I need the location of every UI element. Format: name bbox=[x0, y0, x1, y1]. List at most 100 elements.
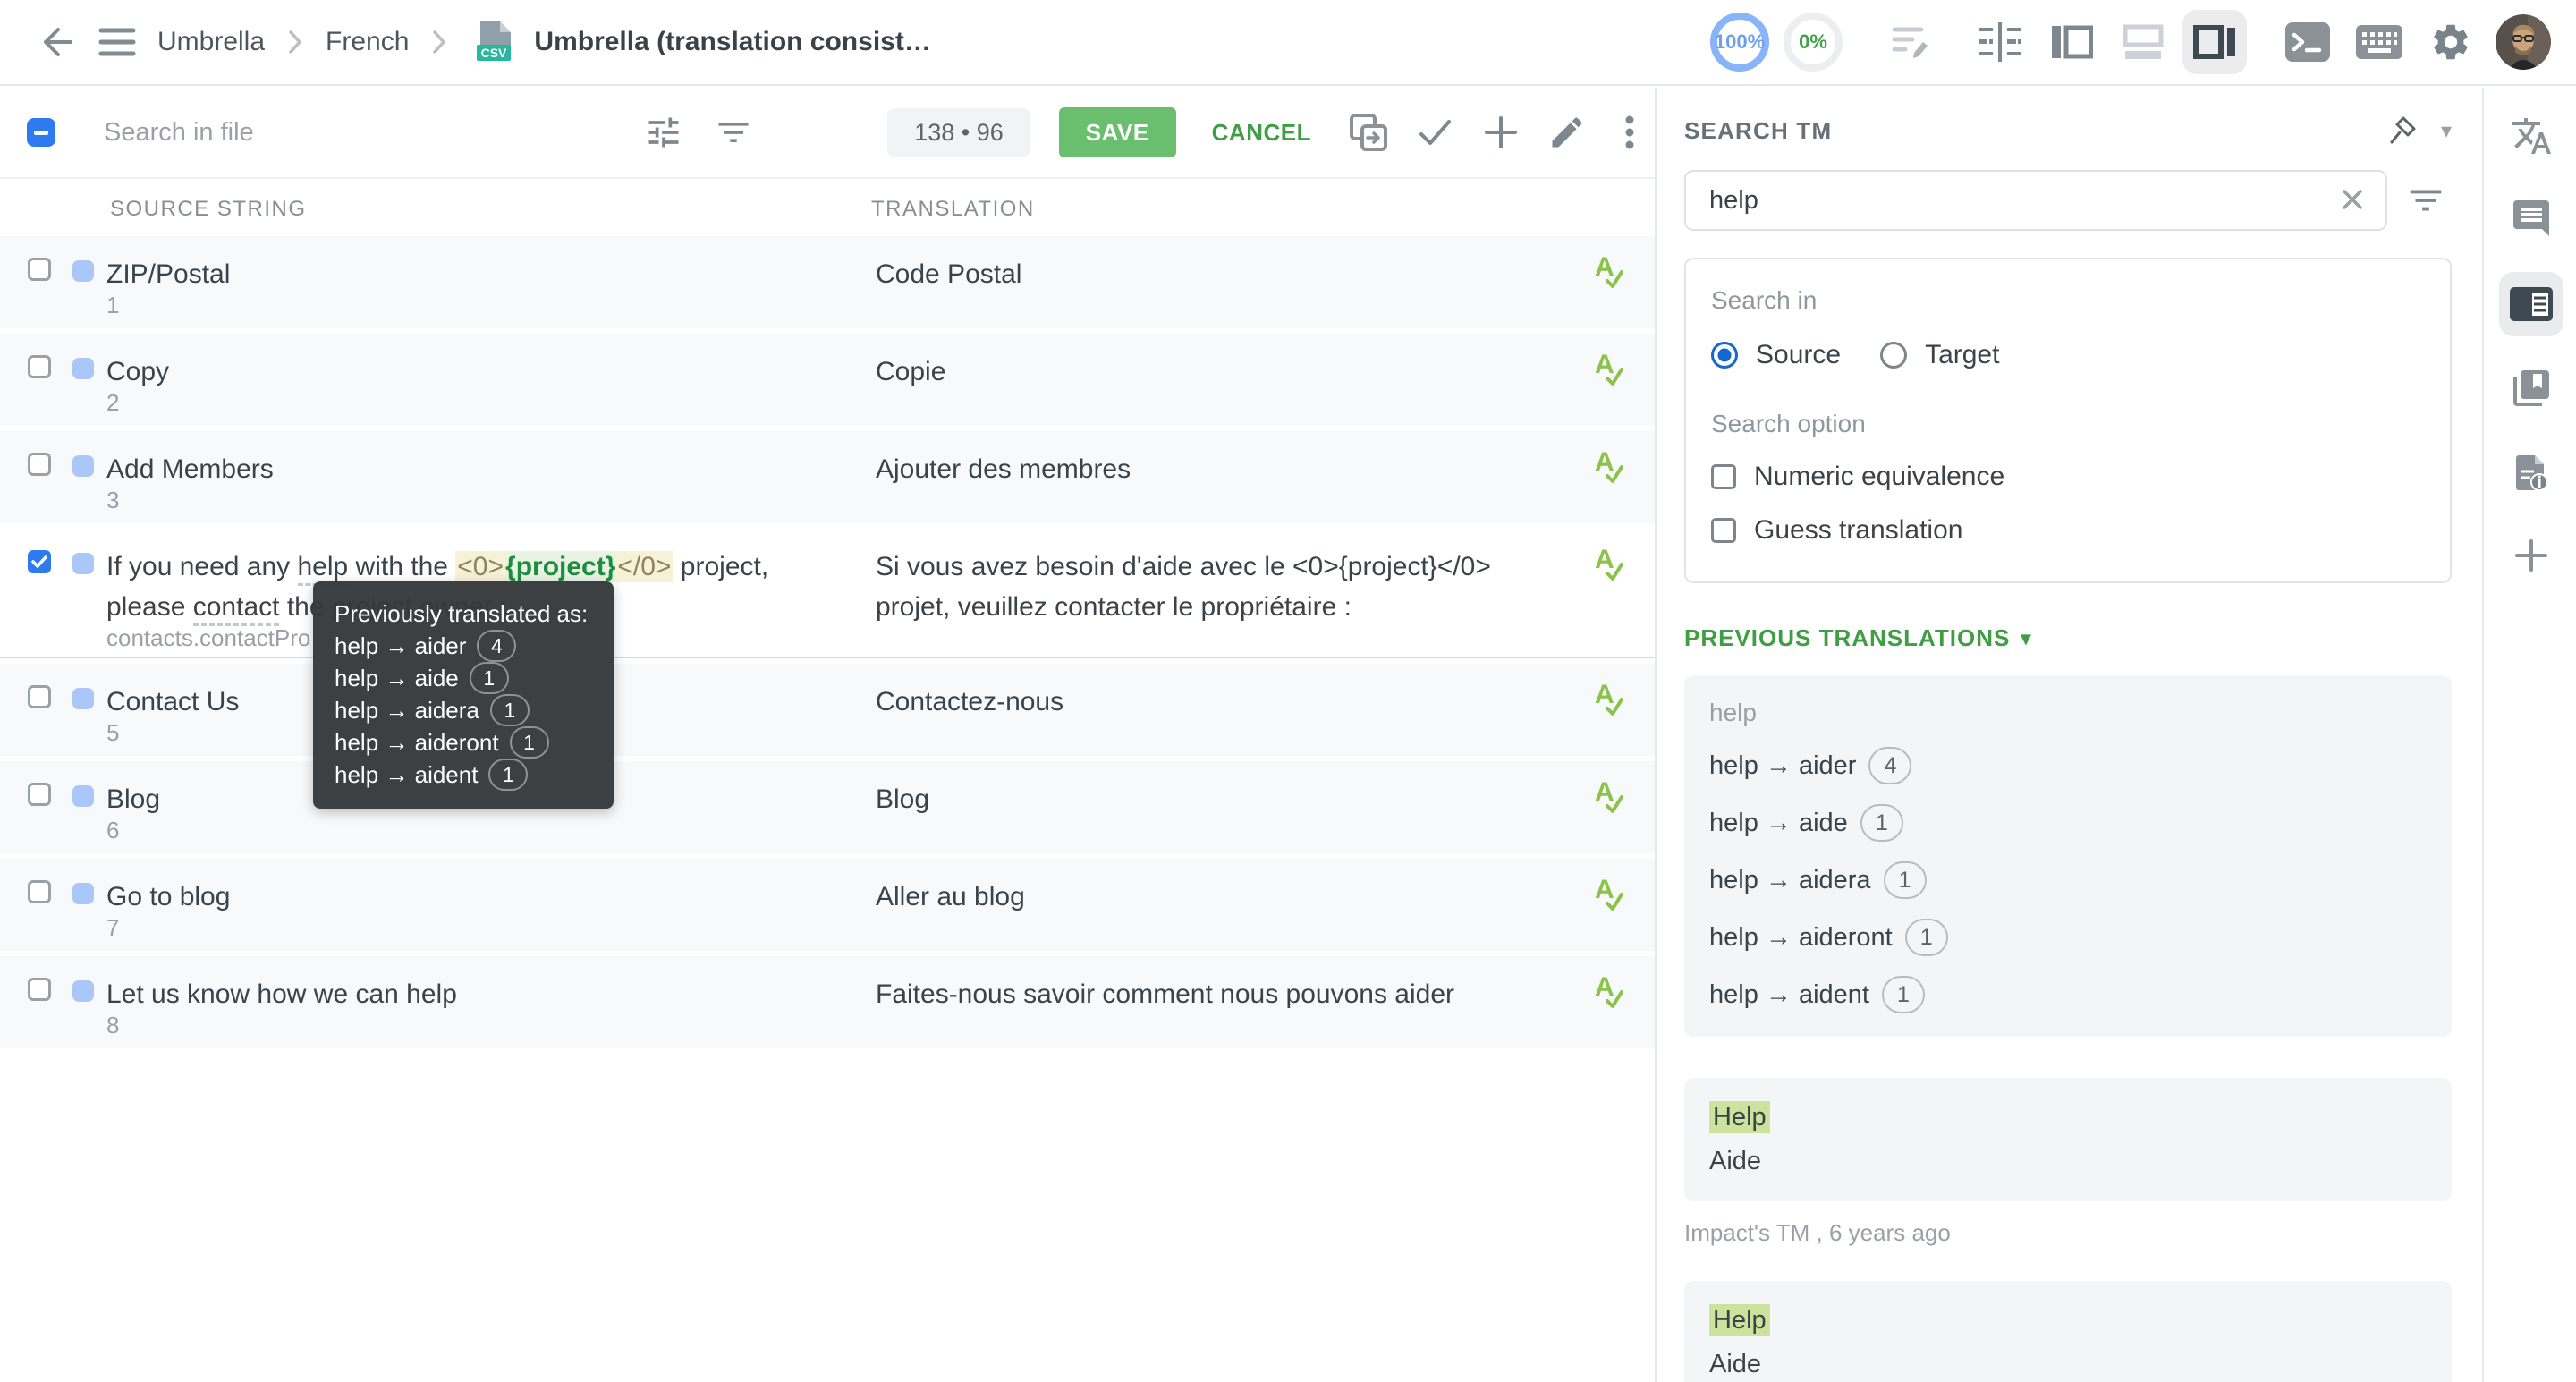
glossary-icon[interactable] bbox=[2499, 356, 2563, 420]
tm-term-contact[interactable]: contact bbox=[193, 592, 280, 626]
back-icon[interactable] bbox=[23, 22, 86, 62]
comments-icon[interactable] bbox=[2499, 186, 2563, 250]
select-all-checkbox[interactable] bbox=[27, 118, 55, 147]
autotranslated-icon: A bbox=[1591, 350, 1623, 387]
numeric-equivalence-option[interactable]: Numeric equivalence bbox=[1711, 462, 2425, 492]
more-options-kebab-icon[interactable] bbox=[1605, 107, 1655, 157]
checkbox-icon[interactable] bbox=[1711, 464, 1736, 489]
translation-text: Ajouter des membres bbox=[876, 449, 1564, 489]
prev-translation-item[interactable]: help → aider4 bbox=[1709, 747, 2427, 784]
table-row[interactable]: Contact Us 5 Contactez-nous A bbox=[0, 664, 1655, 756]
list-view-icon[interactable] bbox=[1968, 10, 2032, 74]
count-badge: 1 bbox=[1860, 804, 1903, 842]
menu-icon[interactable] bbox=[86, 26, 148, 58]
search-in-file-input[interactable]: Search in file bbox=[104, 118, 254, 148]
approved-progress-ring[interactable]: 0% bbox=[1784, 13, 1843, 72]
svg-text:A: A bbox=[1595, 545, 1614, 574]
prev-translation-item[interactable]: help → aideront1 bbox=[1709, 919, 2427, 956]
translation-text: Faites-nous savoir comment nous pouvons … bbox=[876, 974, 1564, 1014]
user-avatar[interactable] bbox=[2496, 14, 2551, 70]
string-status-dot bbox=[72, 260, 94, 282]
row-checkbox[interactable] bbox=[28, 978, 51, 1001]
file-context-icon[interactable] bbox=[2499, 441, 2563, 505]
svg-text:A: A bbox=[1595, 875, 1614, 904]
guess-translation-option[interactable]: Guess translation bbox=[1711, 515, 2425, 546]
breadcrumb-project[interactable]: Umbrella bbox=[157, 27, 265, 57]
prev-translation-item[interactable]: help → aide1 bbox=[1709, 804, 2427, 842]
target-radio-option[interactable]: Target bbox=[1880, 340, 1999, 370]
add-panel-icon[interactable] bbox=[2499, 523, 2563, 588]
tm-search-input[interactable] bbox=[1684, 170, 2387, 231]
row-checkbox[interactable] bbox=[28, 453, 51, 476]
string-number: 2 bbox=[106, 389, 119, 417]
edit-pencil-icon[interactable] bbox=[1542, 107, 1592, 157]
table-row[interactable]: Copy 2 Copie A bbox=[0, 334, 1655, 426]
row-checkbox[interactable] bbox=[28, 783, 51, 806]
chevron-right-icon bbox=[286, 29, 304, 55]
count-badge: 1 bbox=[510, 726, 549, 759]
string-counter-badge: 138 • 96 bbox=[887, 108, 1030, 157]
source-radio-option[interactable]: Source bbox=[1711, 340, 1841, 370]
translation-text: Code Postal bbox=[876, 254, 1564, 294]
panel-menu-caret-icon[interactable]: ▾ bbox=[2441, 118, 2452, 144]
settings-gear-icon[interactable] bbox=[2419, 10, 2483, 74]
radio-unselected-icon[interactable] bbox=[1880, 342, 1907, 369]
checkbox-icon[interactable] bbox=[1711, 518, 1736, 543]
cancel-button[interactable]: CANCEL bbox=[1212, 119, 1311, 147]
tune-filters-icon[interactable] bbox=[639, 107, 689, 157]
count-badge: 1 bbox=[1884, 861, 1927, 899]
count-badge: 1 bbox=[470, 662, 509, 694]
radio-selected-icon[interactable] bbox=[1711, 342, 1738, 369]
keyboard-icon[interactable] bbox=[2347, 10, 2411, 74]
side-by-side-view-icon[interactable] bbox=[2039, 10, 2104, 74]
tm-result-source: Help bbox=[1709, 1306, 1770, 1335]
table-row[interactable]: Let us know how we can help 8 Faites-nou… bbox=[0, 956, 1655, 1048]
bottom-panel-view-icon[interactable] bbox=[2111, 10, 2175, 74]
tm-result-card[interactable]: Help Aide bbox=[1684, 1281, 2452, 1382]
save-button[interactable]: SAVE bbox=[1059, 107, 1176, 157]
right-panel-view-icon[interactable] bbox=[2182, 10, 2247, 74]
tooltip-item: help → aide1 bbox=[335, 662, 592, 694]
translate-icon[interactable] bbox=[2499, 104, 2563, 168]
previous-translations-tooltip: Previously translated as: help → aider4 … bbox=[313, 581, 614, 809]
prev-translation-item[interactable]: help → aidera1 bbox=[1709, 861, 2427, 899]
tm-result-card[interactable]: Help Aide bbox=[1684, 1078, 2452, 1201]
copy-source-icon[interactable] bbox=[1343, 107, 1394, 157]
tooltip-item: help → aider4 bbox=[335, 630, 592, 662]
table-row[interactable]: Go to blog 7 Aller au blog A bbox=[0, 859, 1655, 951]
table-row[interactable]: ZIP/Postal 1 Code Postal A bbox=[0, 236, 1655, 328]
source-column-header: SOURCE STRING bbox=[110, 197, 307, 222]
row-checkbox[interactable] bbox=[28, 258, 51, 281]
tm-filter-icon[interactable] bbox=[2400, 174, 2452, 226]
previous-translations-toggle[interactable]: PREVIOUS TRANSLATIONS▾ bbox=[1684, 624, 2452, 652]
strings-list-pane: Search in file 138 • 96 SAVE CANCEL bbox=[0, 88, 1657, 1382]
pin-panel-icon[interactable] bbox=[2385, 114, 2418, 147]
translation-text: Blog bbox=[876, 779, 1564, 819]
terminal-icon[interactable] bbox=[2275, 10, 2340, 74]
breadcrumb-language[interactable]: French bbox=[326, 27, 409, 57]
tm-result-meta: Impact's TM , 6 years ago bbox=[1684, 1219, 2452, 1247]
row-checkbox[interactable] bbox=[28, 355, 51, 378]
table-row-selected[interactable]: If you need any help with the <0>{projec… bbox=[0, 529, 1655, 658]
source-string: Go to blog bbox=[106, 877, 858, 917]
row-checkbox-checked[interactable] bbox=[28, 550, 51, 573]
breadcrumb-file-title[interactable]: Umbrella (translation consist… bbox=[534, 27, 930, 57]
add-string-icon[interactable] bbox=[1476, 107, 1526, 157]
clear-search-icon[interactable] bbox=[2337, 184, 2368, 215]
tooltip-item: help → aidera1 bbox=[335, 694, 592, 726]
table-row[interactable]: Add Members 3 Ajouter des membres A bbox=[0, 431, 1655, 523]
filter-list-icon[interactable] bbox=[708, 107, 758, 157]
row-checkbox[interactable] bbox=[28, 880, 51, 903]
search-tm-panel-icon[interactable] bbox=[2499, 272, 2563, 336]
approve-check-icon[interactable] bbox=[1410, 107, 1460, 157]
translated-progress-ring[interactable]: 100% bbox=[1710, 13, 1769, 72]
string-status-dot bbox=[72, 358, 94, 379]
prev-translation-item[interactable]: help → aident1 bbox=[1709, 976, 2427, 1013]
search-option-label: Search option bbox=[1711, 410, 2425, 438]
tag-open: <0> bbox=[455, 551, 505, 582]
table-row[interactable]: Blog 6 Blog A bbox=[0, 761, 1655, 853]
row-checkbox[interactable] bbox=[28, 685, 51, 708]
edit-notes-icon[interactable] bbox=[1878, 10, 1943, 74]
tm-result-target: Aide bbox=[1709, 1147, 2427, 1176]
string-status-dot bbox=[72, 688, 94, 709]
